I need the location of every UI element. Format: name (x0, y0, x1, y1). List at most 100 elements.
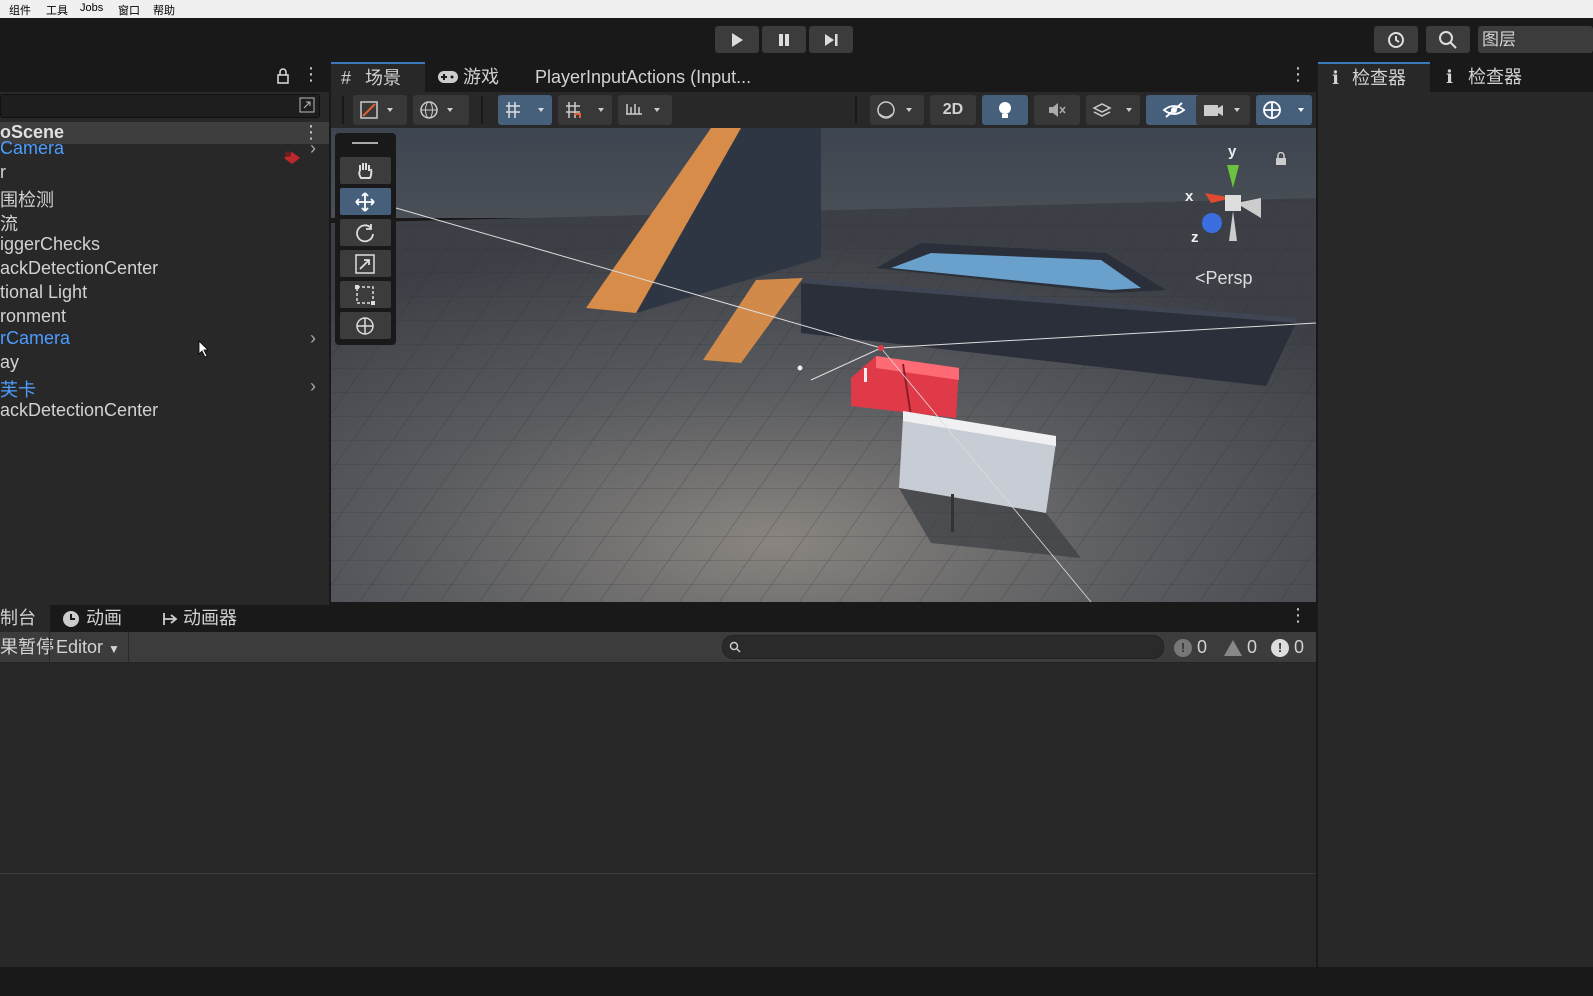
animator-graph-icon (163, 613, 178, 625)
rect-tool[interactable] (340, 281, 391, 308)
hidden-eye-icon (1162, 102, 1186, 118)
rotate-icon (356, 224, 374, 243)
hierarchy-item[interactable]: r (0, 162, 6, 183)
tab-console[interactable]: 制台 (0, 605, 50, 632)
hierarchy-item[interactable]: ackDetectionCenter (0, 258, 158, 279)
warning-count-toggle[interactable]: 0 (1224, 632, 1257, 662)
mouse-cursor-icon (198, 340, 209, 358)
error-pause-toggle[interactable]: 果暂停 (0, 632, 54, 662)
tab-game[interactable]: 游戏 (435, 62, 515, 92)
play-icon (732, 33, 743, 47)
menubar: 组件 工具 Jobs 窗口 帮助 (0, 0, 1593, 18)
sphere-icon (877, 101, 912, 119)
hierarchy-item[interactable]: iggerChecks (0, 234, 100, 255)
console-kebab-icon[interactable]: ⋮ (1289, 605, 1307, 626)
layers-label: 图层 (1482, 30, 1516, 49)
hierarchy-item[interactable]: 围检测 (0, 186, 54, 212)
gizmo-lock-icon[interactable] (1275, 152, 1287, 166)
rect-transform-icon (355, 285, 375, 305)
scene-viewport[interactable]: y x z <Persp (331, 128, 1316, 602)
draw-mode-icon (360, 101, 393, 119)
transform-tool[interactable] (340, 312, 391, 339)
hand-tool[interactable] (340, 157, 391, 184)
tab-inspector-1[interactable]: ℹ 检查器 (1318, 62, 1430, 92)
error-count-toggle[interactable]: ! 0 (1271, 632, 1304, 662)
layers-dropdown[interactable]: 图层 (1478, 26, 1593, 53)
menu-tools[interactable]: 工具 (46, 2, 68, 18)
gizmos-dropdown[interactable] (1256, 95, 1312, 125)
scene-toolbar: 2D (331, 92, 1316, 128)
tab-inspector-2[interactable]: ℹ 检查器 (1440, 62, 1552, 92)
menu-help[interactable]: 帮助 (153, 2, 175, 18)
lighting-toggle[interactable] (982, 95, 1028, 125)
tools-drag-handle[interactable] (352, 142, 378, 144)
tab-animation[interactable]: 动画 (62, 605, 152, 632)
lock-icon[interactable] (276, 68, 290, 84)
play-button[interactable] (715, 26, 759, 53)
visibility-toggle[interactable] (1146, 95, 1202, 125)
clock-icon (63, 611, 79, 627)
search-icon (729, 641, 741, 653)
info-icon: ℹ (1332, 68, 1339, 88)
draw-mode-dropdown[interactable] (353, 95, 407, 125)
hierarchy-item[interactable]: 流 (0, 210, 18, 236)
chevron-right-icon[interactable]: › (310, 138, 316, 159)
step-button[interactable] (809, 26, 853, 53)
ruler-dropdown[interactable] (618, 95, 672, 125)
rotate-tool[interactable] (340, 219, 391, 246)
inspector-panel: ℹ 检查器 ℹ 检查器 (1318, 62, 1593, 967)
menu-window[interactable]: 窗口 (118, 2, 140, 18)
hierarchy-tabbar: ⋮ (0, 62, 329, 92)
history-icon (1388, 32, 1404, 48)
history-button[interactable] (1374, 26, 1418, 53)
hierarchy-item[interactable]: ay (0, 352, 19, 373)
globe-dropdown[interactable] (413, 95, 469, 125)
editor-dropdown[interactable]: Editor ▼ (49, 632, 129, 662)
camera-icon (1204, 105, 1240, 116)
2d-toggle[interactable]: 2D (930, 95, 976, 125)
scene-kebab-icon[interactable]: ⋮ (1289, 64, 1307, 85)
move-tool[interactable] (340, 188, 391, 215)
log-count-toggle[interactable]: ! 0 (1174, 632, 1207, 662)
gamepad-icon (438, 71, 458, 83)
ruler-icon (626, 104, 660, 115)
scale-tool[interactable] (340, 250, 391, 277)
search-expand-icon[interactable] (299, 97, 315, 113)
tab-input-actions[interactable]: PlayerInputActions (Input... (535, 62, 795, 92)
hierarchy-item[interactable]: rCamera (0, 328, 70, 349)
console-tabbar: 制台 动画 动画器 ⋮ (0, 605, 1316, 632)
effects-dropdown[interactable] (1086, 95, 1140, 125)
menu-components[interactable]: 组件 (9, 2, 31, 18)
shading-dropdown[interactable] (870, 95, 924, 125)
grid-snap-toggle[interactable] (498, 95, 552, 125)
search-button[interactable] (1426, 26, 1470, 53)
grid-snap-icon (506, 102, 544, 118)
prefab-modified-icon (284, 151, 300, 164)
hierarchy-item[interactable]: 芙卡 (0, 376, 36, 402)
hierarchy-item[interactable]: tional Light (0, 282, 87, 303)
camera-dropdown[interactable] (1196, 95, 1250, 125)
hierarchy-item[interactable]: Camera (0, 138, 64, 159)
persp-chevron-icon: < (1195, 268, 1206, 288)
tab-scene[interactable]: # 场景 (331, 62, 425, 92)
tab-animator[interactable]: 动画器 (160, 605, 260, 632)
info-circle-icon: ! (1174, 639, 1192, 658)
hierarchy-item[interactable]: ackDetectionCenter (0, 400, 158, 421)
globe-icon (420, 101, 453, 119)
increment-snap-dropdown[interactable] (558, 95, 612, 125)
kebab-icon[interactable]: ⋮ (302, 64, 320, 85)
console-search-input[interactable] (722, 635, 1164, 659)
chevron-right-icon[interactable]: › (310, 328, 316, 349)
menu-jobs[interactable]: Jobs (80, 2, 103, 14)
projection-label[interactable]: <Persp (1195, 268, 1253, 289)
audio-toggle[interactable] (1034, 95, 1080, 125)
pause-icon (779, 34, 789, 46)
console-divider[interactable] (0, 873, 1316, 874)
warning-triangle-icon (1224, 640, 1242, 657)
transform-icon (356, 317, 374, 335)
hierarchy-item[interactable]: ronment (0, 306, 66, 327)
hierarchy-search-input[interactable] (0, 94, 320, 118)
inspector-tabbar: ℹ 检查器 ℹ 检查器 (1318, 62, 1593, 92)
chevron-right-icon[interactable]: › (310, 376, 316, 397)
pause-button[interactable] (762, 26, 806, 53)
